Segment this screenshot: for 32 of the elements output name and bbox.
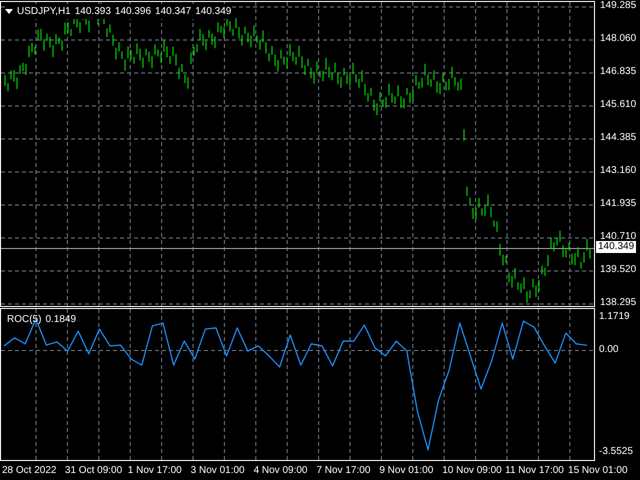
price-axis-label: 138.295	[600, 298, 636, 308]
price-quote: 140.396	[114, 5, 152, 19]
price-axis-label: 141.935	[600, 199, 636, 209]
time-axis-label: 11 Nov 17:00	[505, 464, 565, 478]
time-axis-label: 9 Nov 01:00	[379, 464, 434, 478]
indicator-axis-label: 1.1719	[599, 312, 630, 322]
price-axis-label: 149.285	[600, 1, 636, 11]
current-price-label: 140.349	[596, 241, 636, 254]
time-axis-label: 4 Nov 09:00	[254, 464, 308, 478]
price-axis-label: 145.610	[600, 100, 636, 110]
time-axis-label: 28 Oct 2022	[2, 464, 58, 478]
time-axis-label: 3 Nov 01:00	[190, 464, 246, 478]
dropdown-icon[interactable]	[5, 9, 13, 14]
time-axis-label: 7 Nov 17:00	[316, 464, 372, 478]
price-axis-label: 144.385	[600, 133, 636, 143]
indicator-axis-label: -3.5525	[599, 446, 633, 457]
price-axis-label: 139.520	[600, 265, 636, 275]
price-axis-label: 143.160	[600, 166, 636, 176]
price-axis-label: 140.710	[600, 232, 636, 242]
time-axis-label: 31 Oct 09:00	[64, 464, 124, 478]
time-axis-label: 10 Nov 09:00	[442, 464, 503, 478]
price-axis-label: 148.060	[600, 34, 636, 44]
indicator-name: ROC(5)	[7, 313, 42, 327]
time-axis-label: 15 Nov 01:00	[568, 464, 629, 478]
price-quote: 140.393	[74, 5, 111, 19]
price-quote: 140.349	[195, 5, 232, 19]
price-quote: 140.347	[155, 5, 192, 19]
price-axis-label: 146.835	[600, 67, 636, 77]
time-axis-label: 1 Nov 17:00	[128, 464, 183, 478]
chart-symbol: USDJPY,H1	[17, 5, 71, 19]
indicator-axis-label: 0.00	[599, 345, 618, 356]
indicator-value: 0.1849	[45, 313, 76, 327]
